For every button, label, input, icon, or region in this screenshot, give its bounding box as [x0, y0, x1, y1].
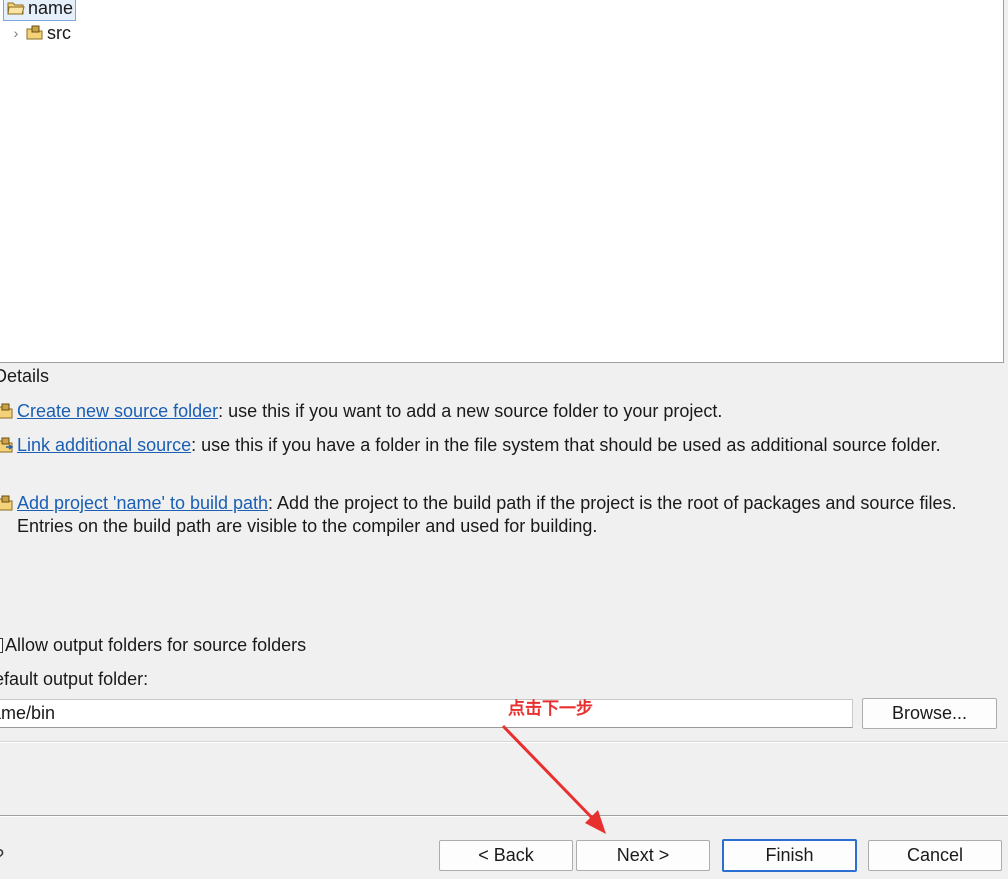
default-output-folder-input[interactable]: ame/bin [0, 699, 853, 728]
annotation-label: 点击下一步 [508, 699, 593, 718]
help-icon[interactable]: ? [0, 846, 4, 867]
detail-link-additional-source: Link additional source: use this if you … [0, 434, 990, 457]
allow-output-folders-label: Allow output folders for source folders [5, 635, 307, 655]
source-tree-panel[interactable]: name › src [0, 0, 1004, 363]
add-to-build-path-icon [0, 494, 14, 512]
allow-output-folders-checkbox[interactable] [0, 638, 3, 653]
default-output-folder-label: efault output folder: [0, 669, 149, 689]
details-heading: Details [0, 366, 50, 386]
package-folder-icon [25, 24, 45, 42]
detail-add-project-build-path: Add project 'name' to build path: Add th… [0, 492, 990, 538]
cancel-button[interactable]: Cancel [868, 840, 1002, 871]
next-button[interactable]: Next > [576, 840, 710, 871]
new-source-folder-icon [0, 402, 14, 420]
allow-output-folders-option[interactable]: Allow output folders for source folders [0, 635, 306, 656]
chevron-right-icon[interactable]: › [7, 25, 25, 41]
create-source-folder-link[interactable]: Create new source folder [17, 401, 218, 421]
section-divider [0, 741, 1008, 743]
back-button[interactable]: < Back [439, 840, 573, 871]
detail-create-source-folder: Create new source folder: use this if yo… [0, 400, 990, 423]
tree-item-label: name [28, 0, 74, 18]
detail-description: : use this if you want to add a new sour… [218, 401, 723, 421]
open-project-folder-icon [6, 0, 26, 17]
add-project-build-path-link[interactable]: Add project 'name' to build path [17, 493, 268, 513]
footer-divider [0, 815, 1008, 817]
output-folder-value: ame/bin [0, 703, 56, 723]
linked-source-folder-icon [0, 436, 14, 454]
link-additional-source-link[interactable]: Link additional source [17, 435, 191, 455]
tree-item-project-root[interactable]: name [3, 0, 77, 21]
finish-button[interactable]: Finish [722, 839, 857, 872]
browse-button[interactable]: Browse... [862, 698, 997, 729]
detail-description: : use this if you have a folder in the f… [191, 435, 941, 455]
tree-item-src[interactable]: › src [7, 21, 71, 45]
tree-item-label: src [47, 22, 71, 43]
